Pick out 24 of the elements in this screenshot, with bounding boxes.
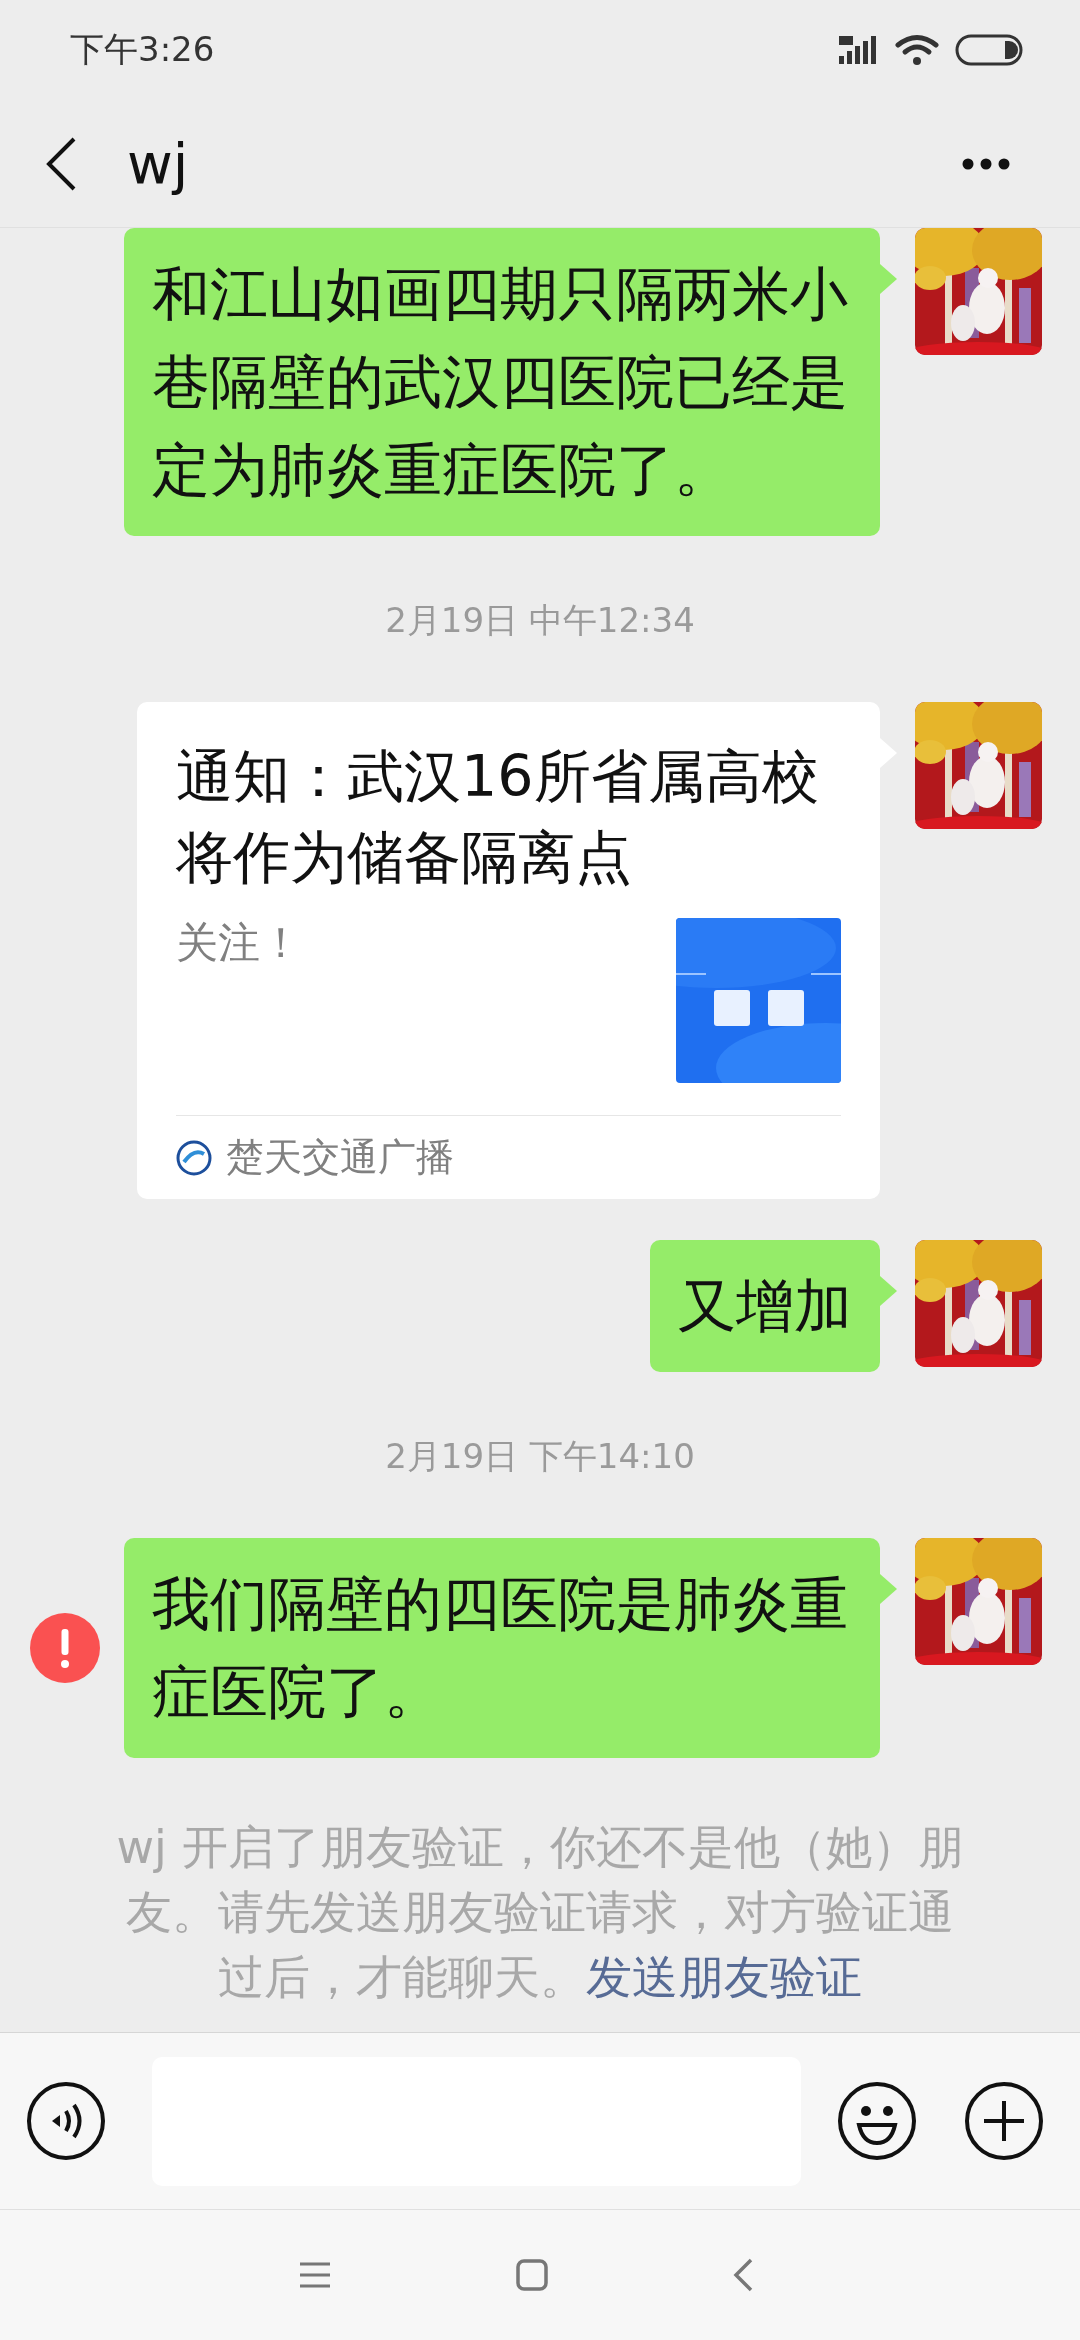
error-icon[interactable]	[30, 1613, 100, 1683]
status-time: 下午3:26	[70, 28, 216, 71]
plus-icon[interactable]	[964, 2081, 1044, 2161]
bubble-tail	[880, 1574, 897, 1604]
notice-text: wj 开启了朋友验证，你还不是他（她）朋友。请先发送朋友验证请求，对方验证通过后，才能聊天。发送朋友验证	[115, 1819, 965, 2006]
back-icon[interactable]	[45, 136, 77, 191]
voice-icon[interactable]	[26, 2081, 106, 2161]
signal-icon	[837, 34, 879, 66]
verify-link[interactable]: 发送朋友验证	[586, 1950, 862, 2004]
card-title: 通知：武汉16所省属高校将作为储备隔离点	[176, 742, 820, 892]
menu-icon[interactable]	[298, 2261, 332, 2289]
more-icon[interactable]	[962, 157, 1010, 170]
home-icon[interactable]	[516, 2259, 548, 2291]
logo-icon	[176, 1139, 212, 1176]
card-description: 关注！	[176, 918, 302, 968]
timestamp: 2月19日 中午12:34	[385, 600, 695, 640]
bubble-tail	[880, 264, 897, 294]
battery-icon	[955, 34, 1023, 66]
wifi-icon	[895, 34, 939, 66]
timestamp: 2月19日 下午14:10	[385, 1436, 695, 1476]
source-name: 楚天交通广播	[226, 1134, 454, 1181]
bubble-tail	[880, 1276, 897, 1306]
chat-title: wj	[127, 131, 190, 196]
emoji-icon[interactable]	[837, 2081, 917, 2161]
